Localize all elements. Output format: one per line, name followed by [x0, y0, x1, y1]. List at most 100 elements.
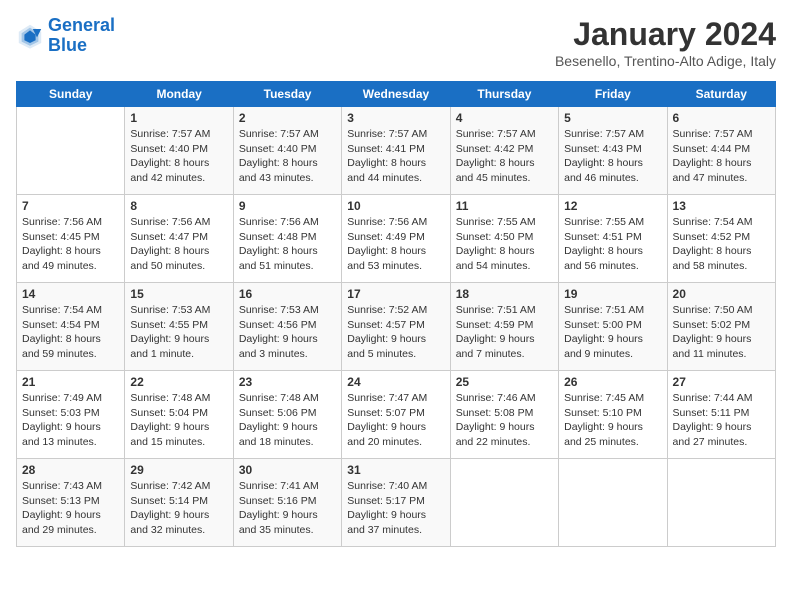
calendar-cell: 24 Sunrise: 7:47 AMSunset: 5:07 PMDayligh…: [342, 371, 450, 459]
day-number: 5: [564, 111, 661, 125]
calendar-cell: 7 Sunrise: 7:56 AMSunset: 4:45 PMDaylight…: [17, 195, 125, 283]
week-row-2: 7 Sunrise: 7:56 AMSunset: 4:45 PMDaylight…: [17, 195, 776, 283]
calendar-cell: 22 Sunrise: 7:48 AMSunset: 5:04 PMDayligh…: [125, 371, 233, 459]
day-number: 15: [130, 287, 227, 301]
day-info: Sunrise: 7:47 AMSunset: 5:07 PMDaylight:…: [347, 391, 444, 450]
day-info: Sunrise: 7:53 AMSunset: 4:56 PMDaylight:…: [239, 303, 336, 362]
calendar-header-row: SundayMondayTuesdayWednesdayThursdayFrid…: [17, 82, 776, 107]
day-number: 4: [456, 111, 553, 125]
day-number: 3: [347, 111, 444, 125]
calendar-cell: 9Sunrise: 7:56 AMSunset: 4:48 PMDaylight…: [233, 195, 341, 283]
day-info: Sunrise: 7:57 AMSunset: 4:40 PMDaylight:…: [130, 127, 227, 186]
day-header-saturday: Saturday: [667, 82, 775, 107]
day-number: 10: [347, 199, 444, 213]
day-number: 25: [456, 375, 553, 389]
logo: General Blue: [16, 16, 115, 56]
logo-icon: [16, 22, 44, 50]
calendar-cell: 17 Sunrise: 7:52 AMSunset: 4:57 PMDayligh…: [342, 283, 450, 371]
day-info: Sunrise: 7:49 AMSunset: 5:03 PMDaylight:…: [22, 391, 119, 450]
calendar-cell: 28 Sunrise: 7:43 AMSunset: 5:13 PMDayligh…: [17, 459, 125, 547]
day-number: 21: [22, 375, 119, 389]
calendar-cell: 10 Sunrise: 7:56 AMSunset: 4:49 PMDayligh…: [342, 195, 450, 283]
day-number: 23: [239, 375, 336, 389]
day-info: Sunrise: 7:54 AMSunset: 4:54 PMDaylight:…: [22, 303, 119, 362]
calendar-cell: 8 Sunrise: 7:56 AMSunset: 4:47 PMDaylight…: [125, 195, 233, 283]
calendar-cell: 12Sunrise: 7:55 AMSunset: 4:51 PMDayligh…: [559, 195, 667, 283]
day-info: Sunrise: 7:48 AMSunset: 5:06 PMDaylight:…: [239, 391, 336, 450]
day-number: 22: [130, 375, 227, 389]
day-header-wednesday: Wednesday: [342, 82, 450, 107]
day-number: 17: [347, 287, 444, 301]
day-info: Sunrise: 7:56 AMSunset: 4:45 PMDaylight:…: [22, 215, 119, 274]
week-row-1: 1 Sunrise: 7:57 AMSunset: 4:40 PMDaylight…: [17, 107, 776, 195]
day-info: Sunrise: 7:56 AMSunset: 4:49 PMDaylight:…: [347, 215, 444, 274]
day-info: Sunrise: 7:57 AMSunset: 4:42 PMDaylight:…: [456, 127, 553, 186]
week-row-5: 28 Sunrise: 7:43 AMSunset: 5:13 PMDayligh…: [17, 459, 776, 547]
day-info: Sunrise: 7:40 AMSunset: 5:17 PMDaylight:…: [347, 479, 444, 538]
day-info: Sunrise: 7:45 AMSunset: 5:10 PMDaylight:…: [564, 391, 661, 450]
day-number: 1: [130, 111, 227, 125]
day-info: Sunrise: 7:57 AMSunset: 4:44 PMDaylight:…: [673, 127, 770, 186]
day-number: 29: [130, 463, 227, 477]
day-number: 27: [673, 375, 770, 389]
day-number: 13: [673, 199, 770, 213]
calendar-cell: 25 Sunrise: 7:46 AMSunset: 5:08 PMDayligh…: [450, 371, 558, 459]
day-number: 11: [456, 199, 553, 213]
day-info: Sunrise: 7:50 AMSunset: 5:02 PMDaylight:…: [673, 303, 770, 362]
day-info: Sunrise: 7:57 AMSunset: 4:40 PMDaylight:…: [239, 127, 336, 186]
calendar-cell: 30Sunrise: 7:41 AMSunset: 5:16 PMDayligh…: [233, 459, 341, 547]
calendar-cell: 3 Sunrise: 7:57 AMSunset: 4:41 PMDaylight…: [342, 107, 450, 195]
calendar-cell: 31Sunrise: 7:40 AMSunset: 5:17 PMDayligh…: [342, 459, 450, 547]
day-header-monday: Monday: [125, 82, 233, 107]
calendar-cell: [450, 459, 558, 547]
day-number: 6: [673, 111, 770, 125]
day-number: 7: [22, 199, 119, 213]
day-info: Sunrise: 7:55 AMSunset: 4:50 PMDaylight:…: [456, 215, 553, 274]
day-info: Sunrise: 7:56 AMSunset: 4:48 PMDaylight:…: [239, 215, 336, 274]
day-number: 28: [22, 463, 119, 477]
day-number: 24: [347, 375, 444, 389]
calendar-cell: 5 Sunrise: 7:57 AMSunset: 4:43 PMDaylight…: [559, 107, 667, 195]
day-header-friday: Friday: [559, 82, 667, 107]
calendar-cell: 29 Sunrise: 7:42 AMSunset: 5:14 PMDayligh…: [125, 459, 233, 547]
calendar-cell: 4 Sunrise: 7:57 AMSunset: 4:42 PMDaylight…: [450, 107, 558, 195]
day-info: Sunrise: 7:54 AMSunset: 4:52 PMDaylight:…: [673, 215, 770, 274]
day-info: Sunrise: 7:43 AMSunset: 5:13 PMDaylight:…: [22, 479, 119, 538]
day-info: Sunrise: 7:57 AMSunset: 4:43 PMDaylight:…: [564, 127, 661, 186]
day-number: 14: [22, 287, 119, 301]
calendar-cell: 26Sunrise: 7:45 AMSunset: 5:10 PMDayligh…: [559, 371, 667, 459]
day-header-sunday: Sunday: [17, 82, 125, 107]
calendar-cell: [17, 107, 125, 195]
calendar-cell: 18Sunrise: 7:51 AMSunset: 4:59 PMDayligh…: [450, 283, 558, 371]
logo-text: General Blue: [48, 16, 115, 56]
week-row-4: 21 Sunrise: 7:49 AMSunset: 5:03 PMDayligh…: [17, 371, 776, 459]
day-info: Sunrise: 7:44 AMSunset: 5:11 PMDaylight:…: [673, 391, 770, 450]
calendar-cell: 20Sunrise: 7:50 AMSunset: 5:02 PMDayligh…: [667, 283, 775, 371]
calendar-cell: 21 Sunrise: 7:49 AMSunset: 5:03 PMDayligh…: [17, 371, 125, 459]
calendar-cell: 11 Sunrise: 7:55 AMSunset: 4:50 PMDayligh…: [450, 195, 558, 283]
day-number: 12: [564, 199, 661, 213]
calendar-cell: 2Sunrise: 7:57 AMSunset: 4:40 PMDaylight…: [233, 107, 341, 195]
day-number: 19: [564, 287, 661, 301]
day-info: Sunrise: 7:41 AMSunset: 5:16 PMDaylight:…: [239, 479, 336, 538]
day-info: Sunrise: 7:42 AMSunset: 5:14 PMDaylight:…: [130, 479, 227, 538]
day-info: Sunrise: 7:48 AMSunset: 5:04 PMDaylight:…: [130, 391, 227, 450]
day-number: 8: [130, 199, 227, 213]
calendar-cell: 6 Sunrise: 7:57 AMSunset: 4:44 PMDaylight…: [667, 107, 775, 195]
day-info: Sunrise: 7:53 AMSunset: 4:55 PMDaylight:…: [130, 303, 227, 362]
calendar-cell: 27 Sunrise: 7:44 AMSunset: 5:11 PMDayligh…: [667, 371, 775, 459]
calendar-cell: 1 Sunrise: 7:57 AMSunset: 4:40 PMDaylight…: [125, 107, 233, 195]
page-header: General Blue January 2024 Besenello, Tre…: [16, 16, 776, 69]
day-info: Sunrise: 7:57 AMSunset: 4:41 PMDaylight:…: [347, 127, 444, 186]
day-info: Sunrise: 7:56 AMSunset: 4:47 PMDaylight:…: [130, 215, 227, 274]
calendar-cell: [667, 459, 775, 547]
calendar-cell: 14 Sunrise: 7:54 AMSunset: 4:54 PMDayligh…: [17, 283, 125, 371]
calendar-title-block: January 2024 Besenello, Trentino-Alto Ad…: [555, 16, 776, 69]
day-info: Sunrise: 7:46 AMSunset: 5:08 PMDaylight:…: [456, 391, 553, 450]
day-info: Sunrise: 7:51 AMSunset: 4:59 PMDaylight:…: [456, 303, 553, 362]
calendar-cell: 23 Sunrise: 7:48 AMSunset: 5:06 PMDayligh…: [233, 371, 341, 459]
calendar-cell: 15 Sunrise: 7:53 AMSunset: 4:55 PMDayligh…: [125, 283, 233, 371]
calendar-table: SundayMondayTuesdayWednesdayThursdayFrid…: [16, 81, 776, 547]
day-header-thursday: Thursday: [450, 82, 558, 107]
day-info: Sunrise: 7:52 AMSunset: 4:57 PMDaylight:…: [347, 303, 444, 362]
